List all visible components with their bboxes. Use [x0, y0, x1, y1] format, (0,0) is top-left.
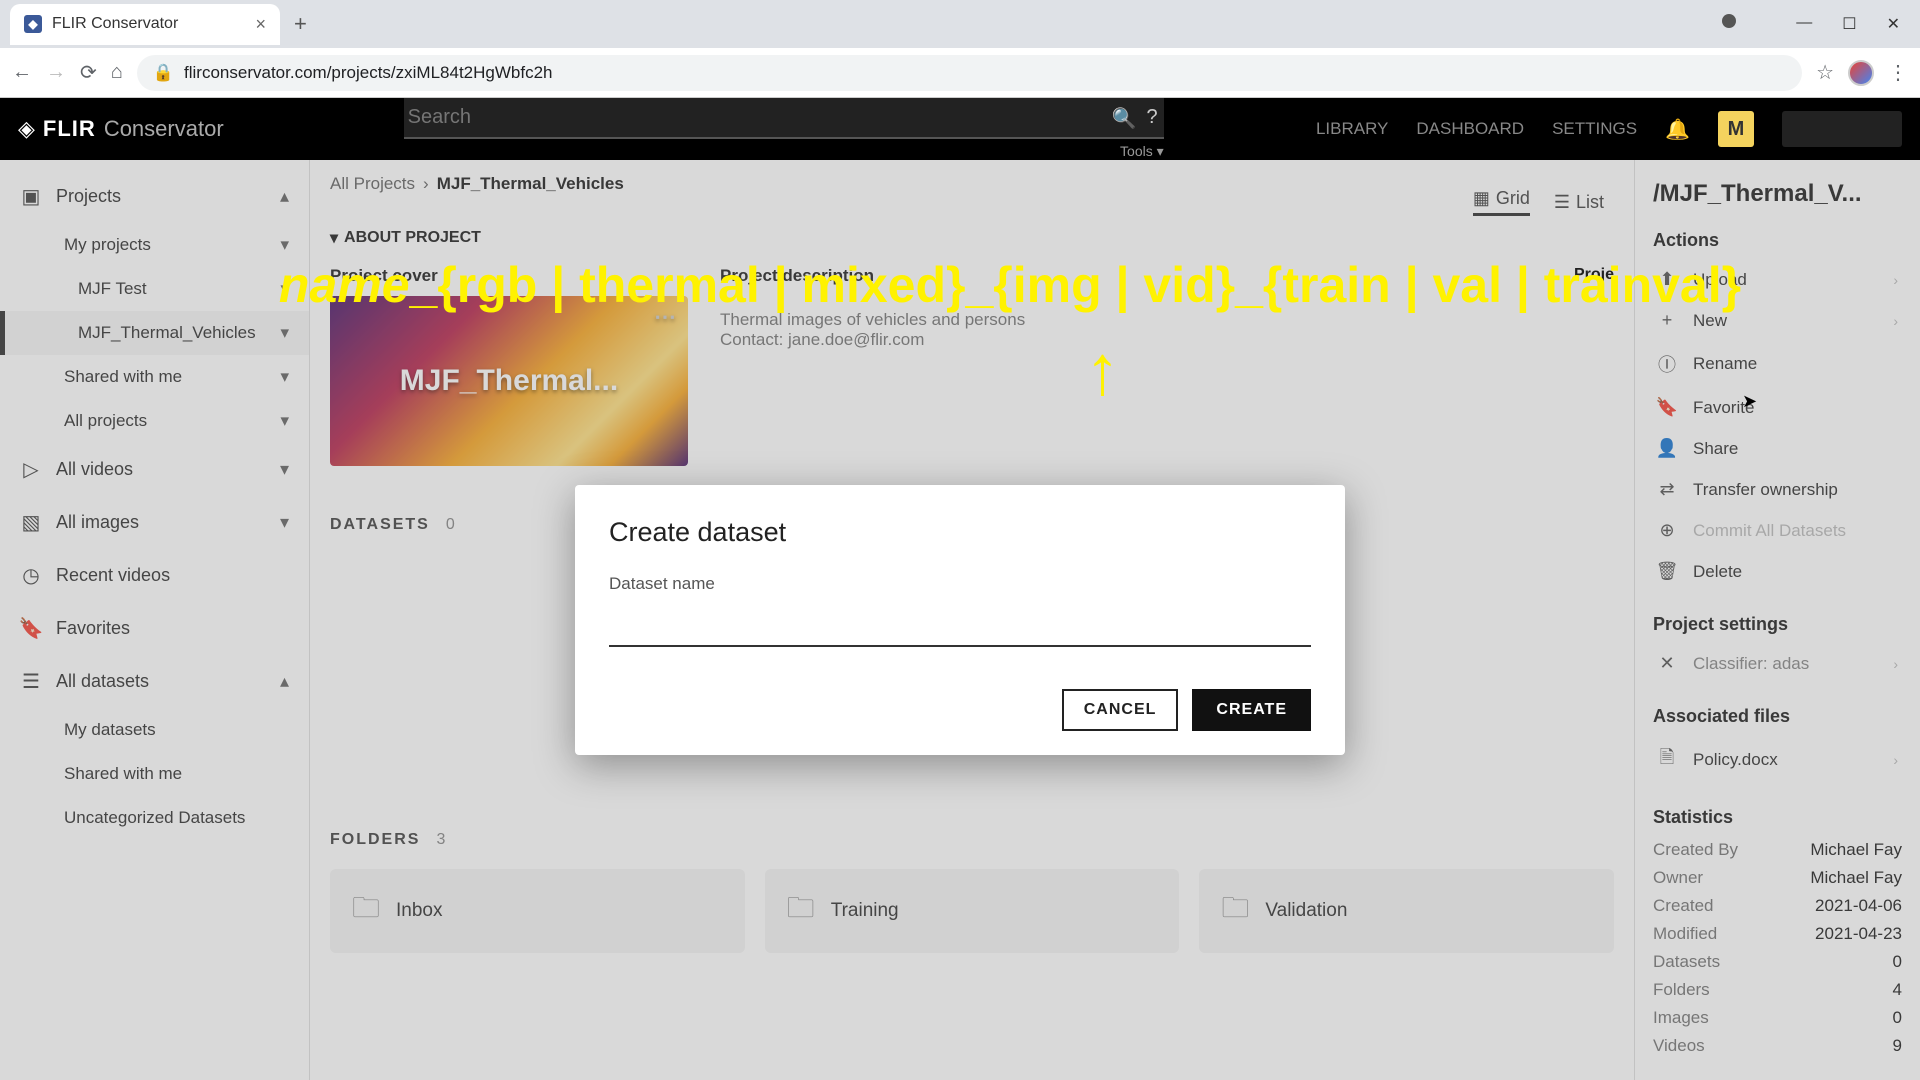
search-input[interactable] — [404, 98, 1164, 139]
home-button[interactable]: ⌂ — [111, 61, 123, 84]
logo-icon: ◈ — [18, 116, 35, 142]
menu-button[interactable]: ⋮ — [1888, 60, 1908, 85]
user-menu[interactable] — [1782, 111, 1902, 147]
tools-dropdown[interactable]: Tools ▾ — [404, 139, 1164, 160]
modal-title: Create dataset — [609, 517, 1311, 548]
url-text: flirconservator.com/projects/zxiML84t2Hg… — [184, 63, 552, 83]
reload-button[interactable]: ⟳ — [80, 60, 97, 85]
lock-icon: 🔒 — [153, 63, 174, 83]
notifications-icon[interactable]: 🔔 — [1665, 117, 1690, 142]
create-button[interactable]: CREATE — [1192, 689, 1311, 731]
favicon-icon: ◆ — [24, 15, 42, 33]
star-button[interactable]: ☆ — [1816, 60, 1834, 85]
cancel-button[interactable]: CANCEL — [1062, 689, 1179, 731]
url-input[interactable]: 🔒 flirconservator.com/projects/zxiML84t2… — [137, 55, 1802, 91]
browser-chrome: ◆ FLIR Conservator × + — ☐ ✕ ← → ⟳ ⌂ 🔒 f… — [0, 0, 1920, 98]
logo[interactable]: ◈ FLIR Conservator — [18, 116, 224, 142]
window-controls: — ☐ ✕ — [1722, 14, 1910, 34]
tab-bar: ◆ FLIR Conservator × + — ☐ ✕ — [0, 0, 1920, 48]
nav-library[interactable]: LIBRARY — [1316, 119, 1388, 139]
modal-input-label: Dataset name — [609, 574, 1311, 594]
new-tab-button[interactable]: + — [280, 11, 321, 37]
incognito-icon — [1722, 14, 1736, 28]
app-header: ◈ FLIR Conservator 🔍 ? Tools ▾ LIBRARY D… — [0, 98, 1920, 160]
user-avatar[interactable]: M — [1718, 111, 1754, 147]
modal-backdrop[interactable]: Create dataset Dataset name CANCEL CREAT… — [0, 160, 1920, 1080]
minimize-button[interactable]: — — [1796, 14, 1812, 34]
back-button[interactable]: ← — [12, 61, 32, 84]
logo-secondary: Conservator — [104, 116, 224, 142]
help-icon[interactable]: ? — [1147, 106, 1158, 131]
close-icon[interactable]: × — [255, 14, 266, 35]
address-bar: ← → ⟳ ⌂ 🔒 flirconservator.com/projects/z… — [0, 48, 1920, 98]
search-icon[interactable]: 🔍 — [1112, 106, 1137, 131]
forward-button[interactable]: → — [46, 61, 66, 84]
nav-settings[interactable]: SETTINGS — [1552, 119, 1637, 139]
browser-tab[interactable]: ◆ FLIR Conservator × — [10, 4, 280, 45]
close-window-button[interactable]: ✕ — [1887, 14, 1900, 34]
nav-dashboard[interactable]: DASHBOARD — [1416, 119, 1524, 139]
dataset-name-input[interactable] — [609, 602, 1311, 647]
maximize-button[interactable]: ☐ — [1842, 14, 1856, 34]
tab-title: FLIR Conservator — [52, 15, 178, 33]
logo-primary: FLIR — [43, 116, 96, 142]
create-dataset-modal: Create dataset Dataset name CANCEL CREAT… — [575, 485, 1345, 755]
profile-avatar[interactable] — [1848, 60, 1874, 86]
